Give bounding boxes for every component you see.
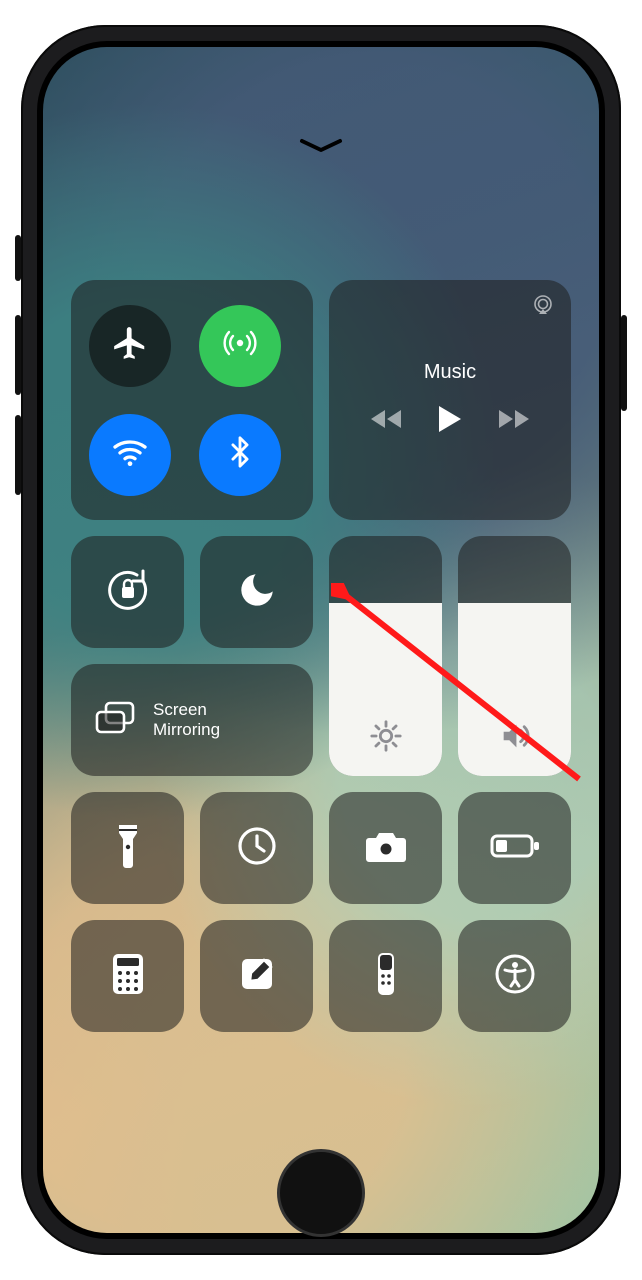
- home-button[interactable]: [277, 1149, 365, 1237]
- phone-frame: Music: [21, 25, 621, 1255]
- airplane-mode-button[interactable]: [89, 305, 171, 387]
- chevron-down-icon[interactable]: [298, 137, 344, 160]
- screen-mirroring-button[interactable]: Screen Mirroring: [71, 664, 313, 776]
- accessibility-button[interactable]: [458, 920, 571, 1032]
- power-button: [621, 315, 627, 411]
- brightness-slider[interactable]: [329, 536, 442, 776]
- bluetooth-icon: [223, 435, 257, 474]
- screen: Music: [43, 47, 599, 1233]
- timer-button[interactable]: [200, 792, 313, 904]
- flashlight-button[interactable]: [71, 792, 184, 904]
- now-playing-title: Music: [424, 361, 476, 384]
- cellular-data-button[interactable]: [199, 305, 281, 387]
- low-power-mode-button[interactable]: [458, 792, 571, 904]
- accessibility-icon: [493, 952, 537, 1001]
- brightness-fill: [329, 603, 442, 776]
- cellular-icon: [220, 323, 260, 368]
- battery-icon: [489, 832, 541, 865]
- camera-button[interactable]: [329, 792, 442, 904]
- mute-switch: [15, 235, 21, 281]
- volume-slider[interactable]: [458, 536, 571, 776]
- rewind-button[interactable]: [369, 407, 403, 436]
- calculator-icon: [111, 952, 145, 1001]
- timer-icon: [235, 824, 279, 873]
- airplay-icon: [531, 294, 555, 323]
- connectivity-group[interactable]: [71, 280, 313, 520]
- volume-up-button: [15, 315, 21, 395]
- volume-icon: [497, 719, 533, 758]
- wifi-button[interactable]: [89, 414, 171, 496]
- brightness-icon: [369, 719, 403, 758]
- do-not-disturb-button[interactable]: [200, 536, 313, 648]
- orientation-lock-button[interactable]: [71, 536, 184, 648]
- play-button[interactable]: [437, 404, 463, 439]
- wifi-icon: [110, 432, 150, 477]
- flashlight-icon: [115, 823, 141, 874]
- camera-icon: [363, 828, 409, 869]
- bluetooth-button[interactable]: [199, 414, 281, 496]
- notes-button[interactable]: [200, 920, 313, 1032]
- screen-mirroring-label: Screen Mirroring: [153, 700, 220, 739]
- now-playing-tile[interactable]: Music: [329, 280, 571, 520]
- moon-icon: [236, 569, 278, 616]
- volume-down-button: [15, 415, 21, 495]
- forward-button[interactable]: [497, 407, 531, 436]
- airplane-icon: [111, 324, 149, 367]
- screen-mirroring-icon: [93, 700, 137, 741]
- remote-icon: [376, 951, 396, 1002]
- notes-icon: [237, 954, 277, 999]
- calculator-button[interactable]: [71, 920, 184, 1032]
- apple-tv-remote-button[interactable]: [329, 920, 442, 1032]
- orientation-lock-icon: [103, 565, 153, 620]
- volume-fill: [458, 603, 571, 776]
- control-center: Music: [43, 47, 599, 1233]
